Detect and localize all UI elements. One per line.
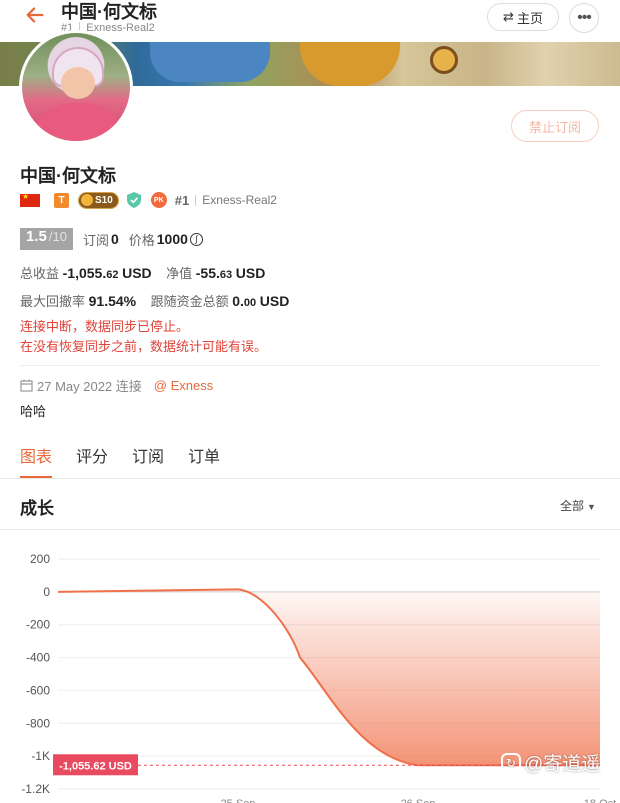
y-tick-label: 200 xyxy=(30,552,50,566)
connected-since: 27 May 2022 连接 @ Exness xyxy=(20,376,213,395)
sync-warning: 在没有恢复同步之前，数据统计可能有误。 xyxy=(20,339,268,354)
tab-chart[interactable]: 图表 xyxy=(20,443,53,479)
y-tick-label: -600 xyxy=(26,683,50,697)
total-profit-decimal: 62 xyxy=(106,269,119,281)
home-button[interactable]: ⇄ 主页 xyxy=(487,3,559,31)
range-dropdown[interactable]: 全部 ▼ xyxy=(560,497,596,514)
score-max: /10 xyxy=(48,229,67,244)
follow-funds-label: 跟随资金总额 xyxy=(150,294,229,309)
avatar-part xyxy=(32,103,124,141)
divider xyxy=(0,478,620,479)
tab-rating[interactable]: 评分 xyxy=(76,443,108,479)
more-options-button[interactable]: ••• xyxy=(569,3,599,33)
y-tick-label: -400 xyxy=(26,651,50,665)
y-tick-label: -1K xyxy=(31,749,50,763)
tab-bar: 图表 评分 订阅 订单 xyxy=(20,443,220,479)
y-tick-label: -1.2K xyxy=(21,782,50,796)
drawdown-label: 最大回撤率 xyxy=(20,294,86,309)
series-area xyxy=(58,589,600,766)
s10-badge-label: S10 xyxy=(95,194,113,206)
pk-badge-icon[interactable]: PK xyxy=(150,192,167,208)
profit-row: 总收益 -1,055.62 USD 净值 -55.63 USD xyxy=(20,263,265,282)
x-tick-label: 25 Sep xyxy=(221,798,256,803)
follow-funds-decimal: 00 xyxy=(243,297,257,309)
profile-name: 中国·何文标 xyxy=(20,166,116,186)
more-dots-icon: ••• xyxy=(577,9,592,26)
sync-warning: 连接中断，数据同步已停止。 xyxy=(20,319,190,334)
divider xyxy=(20,365,600,366)
coin-icon xyxy=(81,194,93,206)
banner-decoration xyxy=(300,42,400,86)
rating-score: 1.5/10 xyxy=(20,228,73,250)
avatar xyxy=(19,30,133,144)
price-value: 1000 xyxy=(156,231,188,247)
score-value: 1.5 xyxy=(26,228,47,245)
range-dropdown-label: 全部 xyxy=(560,499,585,513)
caret-down-icon: ▼ xyxy=(587,502,596,512)
price-label: 价格 xyxy=(128,232,155,248)
page-title: 中国·何文标 xyxy=(61,2,157,22)
equity-label: 净值 xyxy=(166,266,193,281)
banner-decoration xyxy=(150,42,270,82)
s10-badge-icon[interactable]: S10 xyxy=(78,191,119,209)
back-arrow-icon[interactable] xyxy=(24,4,46,31)
score-row: 1.5/10 订阅 0 价格 1000 ∫ xyxy=(20,228,203,250)
unsubscribe-button[interactable]: 禁止订阅 xyxy=(511,110,599,142)
y-tick-label: -200 xyxy=(26,618,50,632)
verified-shield-icon[interactable] xyxy=(126,192,141,208)
subscribe-label: 订阅 xyxy=(82,232,109,248)
rank-text: #1 xyxy=(174,192,190,208)
banner-decoration xyxy=(430,46,458,74)
home-button-label: 主页 xyxy=(516,10,543,26)
tab-orders[interactable]: 订单 xyxy=(188,443,220,479)
equity-value: -55. xyxy=(195,265,220,281)
total-profit-label: 总收益 xyxy=(20,266,60,281)
watermark-logo-icon: ↻ xyxy=(501,752,521,773)
avatar-part xyxy=(61,67,95,99)
drawdown-value: 91.54% xyxy=(88,293,137,309)
equity-unit: USD xyxy=(235,265,266,281)
section-title: 成长 xyxy=(20,499,54,518)
y-tick-label: 0 xyxy=(43,585,50,599)
header-account: Exness-Real2 xyxy=(86,22,155,34)
account-text: Exness-Real2 xyxy=(202,193,277,207)
tab-subscribe[interactable]: 订阅 xyxy=(132,443,164,479)
connected-date: 27 May 2022 连接 xyxy=(37,379,142,394)
y-tick-label: -800 xyxy=(26,716,50,730)
total-profit-unit: USD xyxy=(122,265,152,281)
watermark: ↻ @寄道遥 xyxy=(501,749,600,776)
subscribe-count: 0 xyxy=(110,231,119,247)
drawdown-row: 最大回撤率 91.54% 跟随资金总额 0.00 USD xyxy=(20,291,289,310)
badge-row: T S10 PK #1 Exness-Real2 xyxy=(20,190,277,210)
x-tick-label: 26 Sep xyxy=(401,798,436,803)
total-profit-value: -1,055. xyxy=(62,265,107,281)
calendar-icon xyxy=(20,379,33,392)
follow-funds-unit: USD xyxy=(259,293,290,309)
swap-icon: ⇄ xyxy=(503,9,514,24)
profile-bio: 哈哈 xyxy=(20,404,47,419)
divider xyxy=(195,194,197,206)
follow-funds-value: 0. xyxy=(232,293,244,309)
x-tick-label: 18 Oct xyxy=(584,798,616,803)
marker-label: -1,055.62 USD xyxy=(59,760,132,772)
watermark-text: @寄道遥 xyxy=(524,754,601,775)
china-flag-icon xyxy=(20,192,40,207)
broker-link[interactable]: @ Exness xyxy=(154,378,213,393)
coin-icon: ∫ xyxy=(189,232,203,246)
equity-decimal: 63 xyxy=(219,269,233,281)
t-badge-icon[interactable]: T xyxy=(54,192,69,208)
